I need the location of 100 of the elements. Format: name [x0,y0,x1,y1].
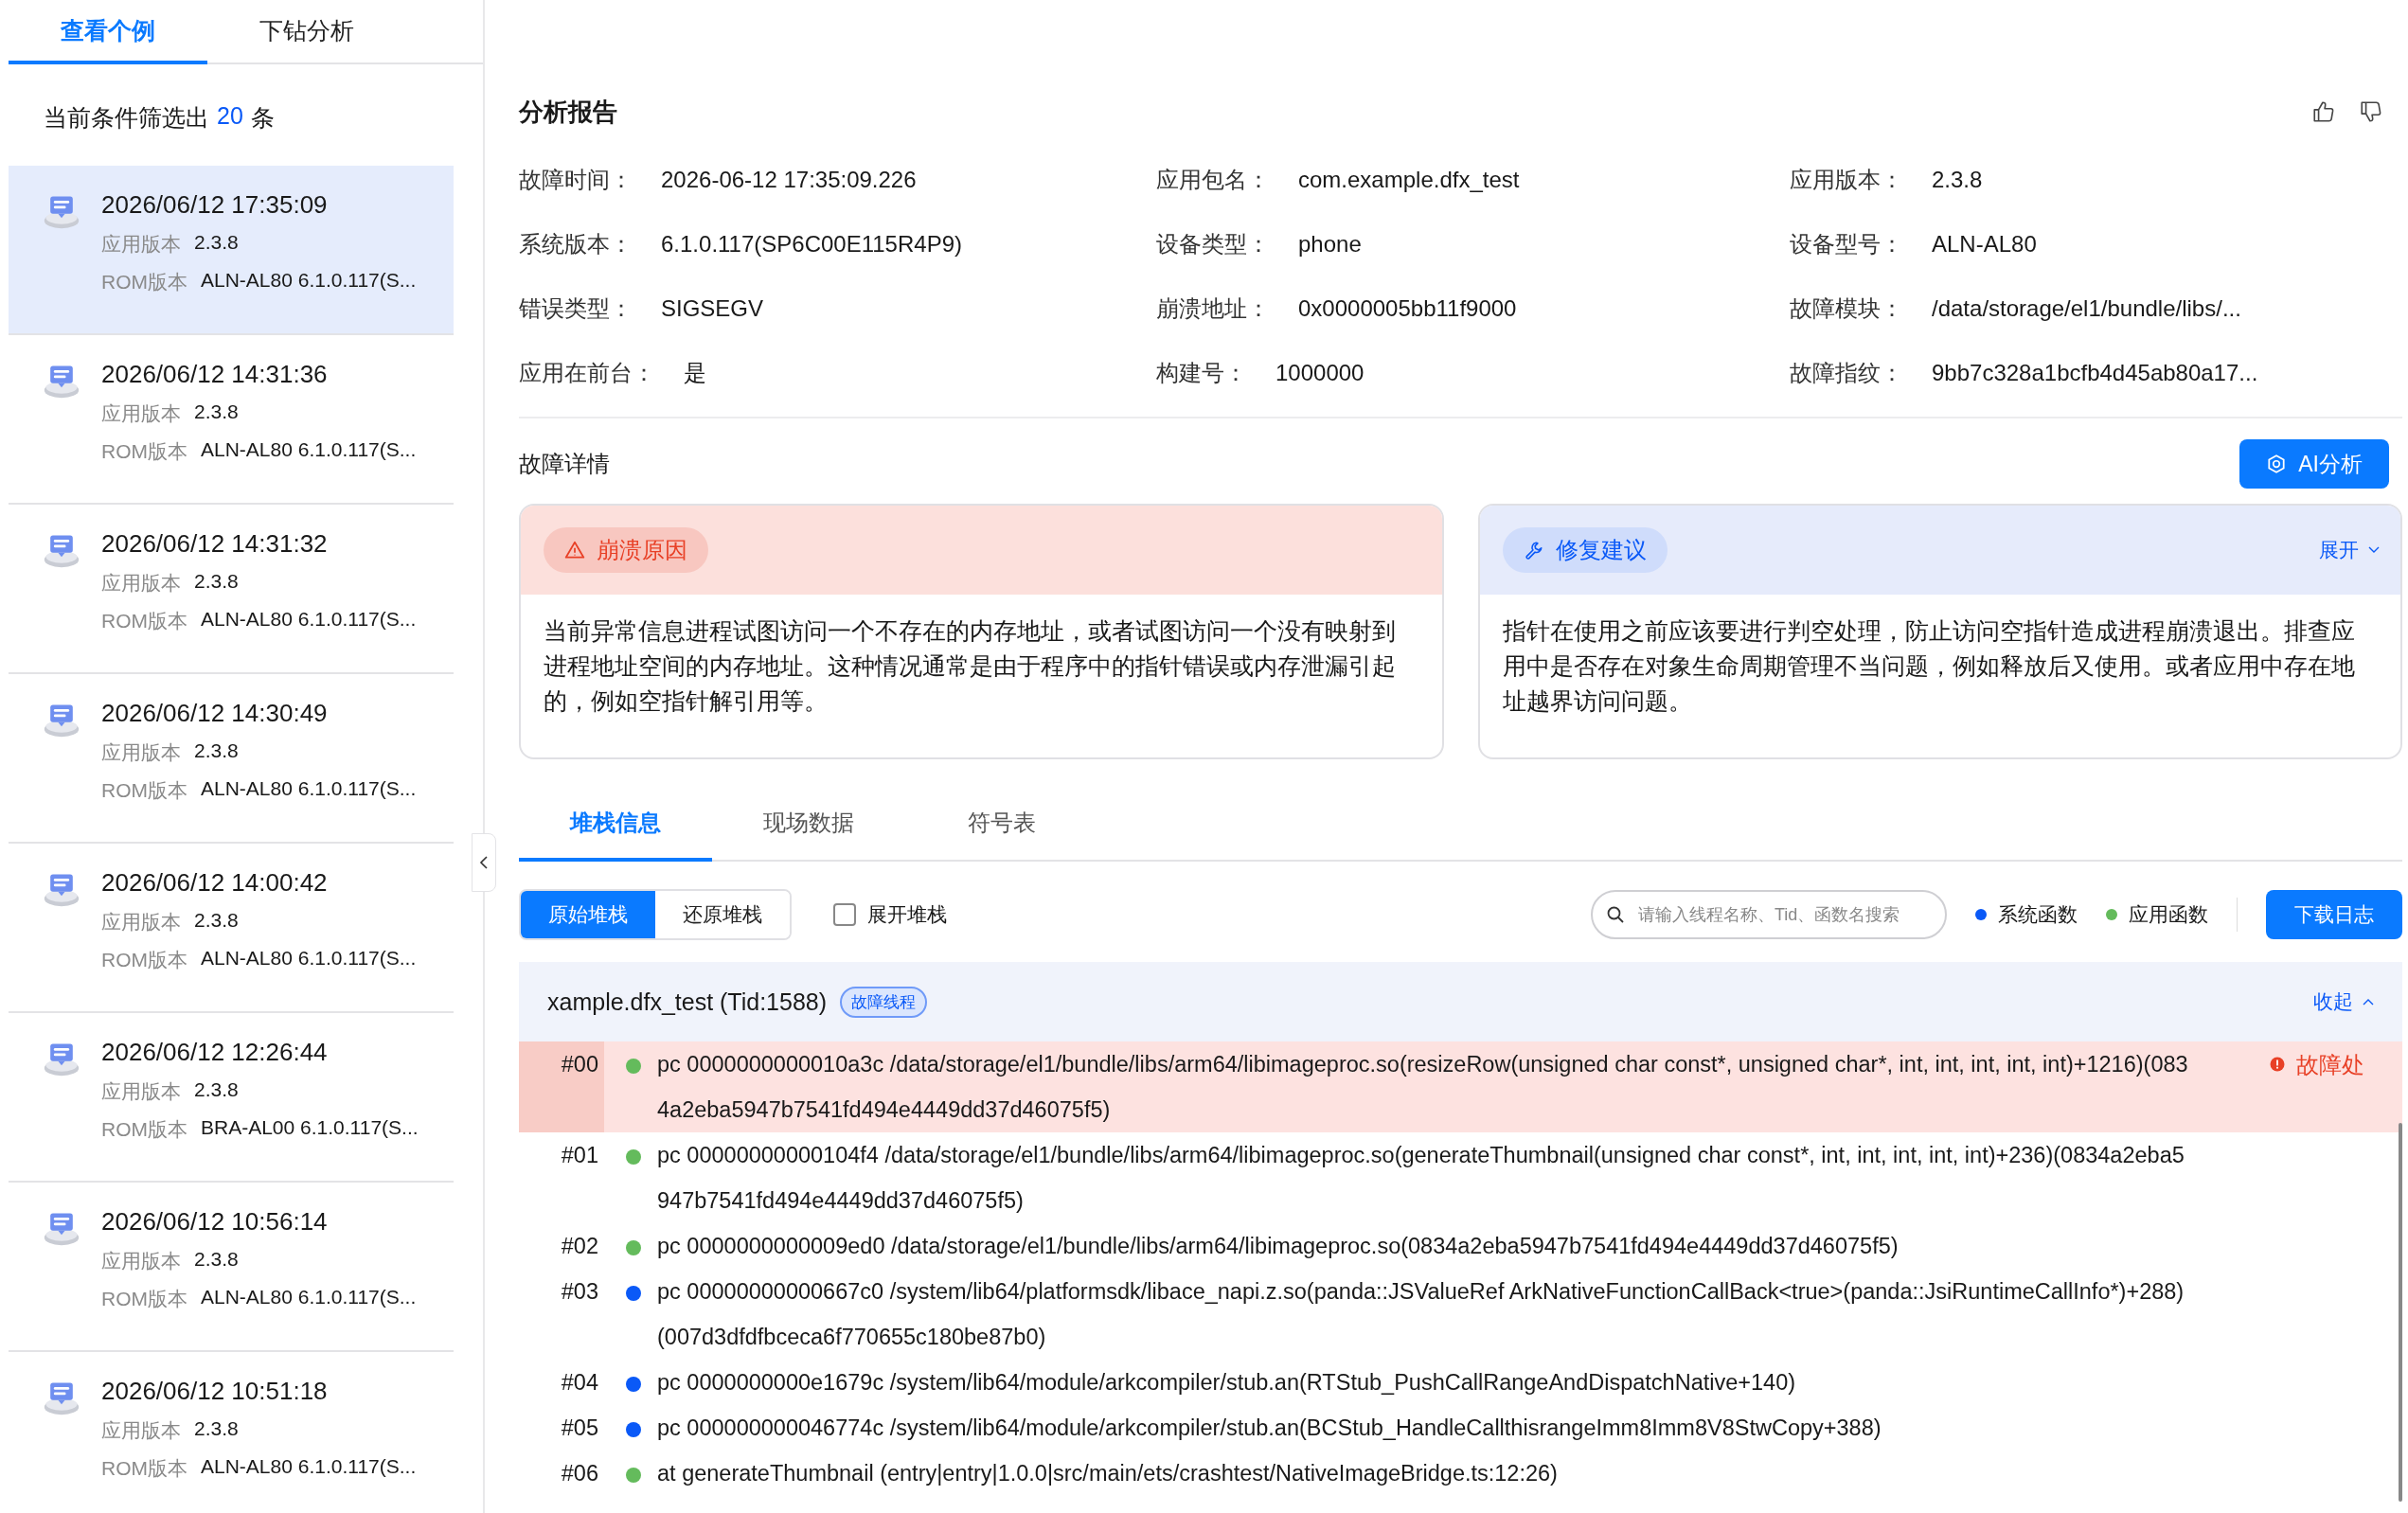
rom-version: ALN-AL80 6.1.0.117(S... [201,947,417,970]
stack-tab[interactable]: 现场数据 [712,788,905,862]
legend-label: 系统函数 [1998,902,2078,927]
app-version: 2.3.8 [194,909,239,933]
case-item[interactable]: 2026/06/12 10:51:18 应用版本 2.3.8 ROM版本 ALN-AL80 6.1.0.117(S... [9,1352,454,1513]
frame-text: pc 00000000000104f4 /data/storage/el1/bundle/libs/arm64/libimageproc.so(generateThumbnail(unsigned char const*, int, int, int, int, int)+236)(0834a2eba5947b7541fd494e4449dd37d46075f5) [656,1142,2185,1215]
field-label: 应用版本 [101,910,181,934]
expand-toggle[interactable]: 展开 [2319,537,2380,563]
collapse-toggle[interactable]: 收起 [2313,988,2374,1015]
field-label: 崩溃地址： [1156,294,1270,323]
frame-index: #06 [560,1460,599,1487]
field-label: ROM版本 [101,270,187,294]
field-label: 应用版本 [101,401,181,426]
rom-version: ALN-AL80 6.1.0.117(S... [201,1286,417,1309]
search-icon [1606,905,1625,924]
field-value: 2026-06-12 17:35:09.226 [661,167,917,193]
filter-unit: 条 [250,103,275,133]
field-label: 构建号： [1156,359,1247,387]
case-item[interactable]: 2026/06/12 17:35:09 应用版本 2.3.8 ROM版本 ALN-AL80 6.1.0.117(S... [9,166,454,335]
frame-text: pc 000000000046774c /system/lib64/module/arkcompiler/stub.an(BCStub_HandleCallthisrangeImm8Imm8V8StwCopy+388) [656,1415,1882,1442]
field-label: ROM版本 [101,1287,187,1311]
chevron-icon [2363,998,2374,1006]
frame-index: #05 [560,1415,599,1442]
stack-tab[interactable]: 符号表 [905,788,1098,862]
field-value: 0x0000005bb11f9000 [1298,295,1517,322]
field-label: 应用版本 [101,232,181,257]
field-label: 应用版本： [1790,166,1903,194]
field-value: 2.3.8 [1932,167,1983,193]
case-time: 2026/06/12 14:31:32 [101,529,329,559]
field-label: 应用版本 [101,1079,181,1104]
field-value: 1000000 [1275,360,1365,386]
field-label: ROM版本 [101,439,187,464]
frame-index: #00 [519,1041,604,1132]
thumbs-down-icon[interactable] [2359,99,2383,124]
card-tag: 崩溃原因 [544,527,708,573]
field-value: 6.1.0.117(SP6C00E115R4P9) [661,231,962,258]
chevron-down-icon [2368,546,2380,554]
field-value: ALN-AL80 [1932,231,2037,258]
case-time: 2026/06/12 10:56:14 [101,1207,329,1237]
field-label: ROM版本 [101,948,187,972]
card-text: 当前异常信息进程试图访问一个不存在的内存地址，或者试图访问一个没有映射到进程地址空间的内存地址。这种情况通常是由于程序中的指针错误或内存泄漏引起的，例如空指针解引用等。 [543,617,1397,716]
field-label: 设备类型： [1156,230,1270,258]
stack-mode-button[interactable]: 原始堆栈 [521,891,655,938]
field-label: 故障模块： [1790,294,1903,323]
case-item[interactable]: 2026/06/12 14:00:42 应用版本 2.3.8 ROM版本 ALN-AL80 6.1.0.117(S... [9,844,454,1013]
app-version: 2.3.8 [194,1248,239,1272]
field-label: ROM版本 [101,778,187,803]
field-label: 错误类型： [519,294,633,323]
field-value: /data/storage/el1/bundle/libs/... [1932,295,2241,322]
field-label: ROM版本 [101,609,187,633]
case-item[interactable]: 2026/06/12 14:30:49 应用版本 2.3.8 ROM版本 ALN-AL80 6.1.0.117(S... [9,674,454,844]
app-version: 2.3.8 [194,1078,239,1102]
rom-version: BRA-AL00 6.1.0.117(S... [201,1116,419,1140]
field-value: SIGSEGV [661,295,764,322]
frame-index: #03 [560,1278,599,1306]
case-item[interactable]: 2026/06/12 12:26:44 应用版本 2.3.8 ROM版本 BRA-AL00 6.1.0.117(S... [9,1013,454,1183]
checkbox[interactable] [833,903,856,926]
case-time: 2026/06/12 17:35:09 [101,190,329,220]
thread-name: xample.dfx_test (Tid:1588) [547,988,828,1016]
filter-label: 当前条件筛选出 [44,103,209,133]
frame-text: pc 00000000000667c0 /system/lib64/platformsdk/libace_napi.z.so(panda::JSValueRef ArkNativeFunctionCallBack<true>(panda::JsiRuntimeCallInfo*)+288)(007d3dfdfbceca6f770655c180be87b0) [656,1278,2185,1351]
case-time: 2026/06/12 12:26:44 [101,1038,329,1067]
field-value: 是 [684,359,706,387]
search-field[interactable]: 请输入线程名称、Tid、函数名搜索 [1591,890,1947,939]
ai-analysis-button[interactable]: AI分析 [2239,439,2389,489]
card-tag: 修复建议 [1502,527,1668,573]
field-label: 应用包名： [1156,166,1270,194]
legend-label: 应用函数 [2129,902,2208,927]
frame-text: pc 0000000000010a3c /data/storage/el1/bundle/libs/arm64/libimageproc.so(resizeRow(unsigned char const*, unsigned char*, int, int, int, int, int)+1216)(0834a2eba5947b7541fd494e4449dd37d46075f5) [656,1051,2189,1124]
view-tab[interactable]: 查看个例 [9,0,207,64]
case-time: 2026/06/12 14:00:42 [101,868,329,898]
field-value: com.example.dfx_test [1298,167,1520,193]
stack-tab[interactable]: 堆栈信息 [519,788,712,862]
field-label: 应用在前台： [519,359,655,387]
frame-text: pc 0000000000e1679c /system/lib64/module/arkcompiler/stub.an(RTStub_PushCallRangeAndDispatchNative+140) [656,1369,1797,1397]
ai-chip-icon [2266,454,2288,474]
rom-version: ALN-AL80 6.1.0.117(S... [201,777,417,801]
view-tab[interactable]: 下钻分析 [207,0,406,64]
report-title: 分析报告 [519,96,617,128]
checkbox-label: 展开堆栈 [867,902,947,927]
result-count: 20 [217,102,243,131]
thumbs-up-icon[interactable] [2311,99,2336,124]
case-item[interactable]: 2026/06/12 14:31:32 应用版本 2.3.8 ROM版本 ALN-AL80 6.1.0.117(S... [9,505,454,674]
case-item[interactable]: 2026/06/12 10:56:14 应用版本 2.3.8 ROM版本 ALN-AL80 6.1.0.117(S... [9,1183,454,1352]
fault-thread-badge: 故障线程 [840,986,928,1018]
rom-version: ALN-AL80 6.1.0.117(S... [201,608,417,632]
app-version: 2.3.8 [194,231,239,255]
case-item[interactable]: 2026/06/12 14:31:36 应用版本 2.3.8 ROM版本 ALN-AL80 6.1.0.117(S... [9,335,454,505]
field-label: ROM版本 [101,1456,187,1481]
frame-index: #02 [560,1233,599,1260]
field-label: 应用版本 [101,1418,181,1443]
section-title: 故障详情 [519,450,610,478]
frame-index: #04 [560,1369,599,1397]
field-label: 应用版本 [101,740,181,765]
field-label: 故障指纹： [1790,359,1903,387]
case-time: 2026/06/12 14:31:36 [101,360,329,389]
download-log-button[interactable]: 下载日志 [2266,890,2402,939]
collapse-handle[interactable] [472,833,496,892]
rom-version: ALN-AL80 6.1.0.117(S... [201,269,417,293]
case-time: 2026/06/12 14:30:49 [101,699,329,728]
